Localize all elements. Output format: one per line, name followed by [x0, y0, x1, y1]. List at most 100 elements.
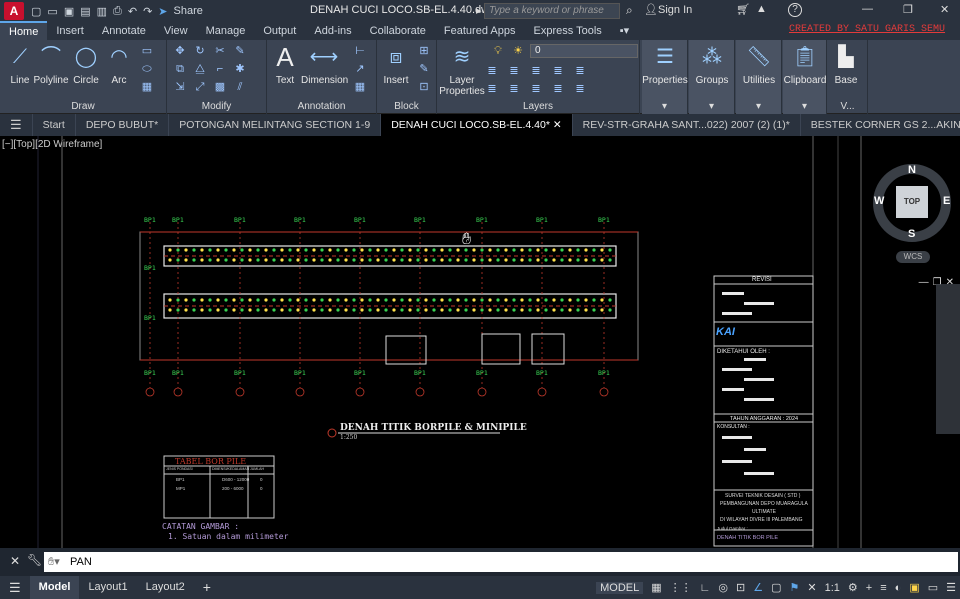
- tab-insert[interactable]: Insert: [47, 22, 93, 40]
- linear-dim-icon[interactable]: ⊢: [351, 43, 369, 59]
- compass-south[interactable]: S: [908, 228, 915, 240]
- annotation-scale-value[interactable]: 1:1: [825, 582, 840, 594]
- compass-north[interactable]: N: [908, 164, 916, 176]
- command-close-icon[interactable]: ✕: [10, 554, 20, 568]
- utilities-button[interactable]: 📏︎ Utilities: [736, 42, 782, 86]
- layer-delete-icon[interactable]: ≣: [527, 81, 545, 97]
- properties-dropdown-icon[interactable]: ▾: [642, 101, 687, 112]
- block-panel-label[interactable]: Block: [377, 101, 436, 112]
- compass-east[interactable]: E: [943, 195, 950, 207]
- settings-gear-icon[interactable]: ⚙: [848, 581, 858, 594]
- search-arrow-icon[interactable]: ▸: [476, 4, 482, 17]
- scale-icon[interactable]: ⤢: [191, 79, 209, 95]
- open-icon[interactable]: ▭: [44, 5, 60, 18]
- help-button[interactable]: ?: [788, 3, 802, 17]
- explode-icon[interactable]: ✱: [231, 61, 249, 77]
- redo-icon[interactable]: ↷: [140, 5, 155, 18]
- mirror-icon[interactable]: ⧋: [191, 61, 209, 77]
- clipboard-button[interactable]: 📋︎ Clipboard: [783, 42, 827, 86]
- navigation-bar[interactable]: [936, 284, 960, 434]
- plus-icon[interactable]: +: [866, 582, 872, 594]
- ortho-icon[interactable]: ∟: [700, 582, 711, 594]
- grid-icon[interactable]: ▦: [651, 581, 661, 594]
- viewcube-top-face[interactable]: TOP: [896, 186, 928, 218]
- circle-button[interactable]: ◯ Circle: [70, 42, 102, 86]
- create-block-icon[interactable]: ⊞: [415, 43, 433, 59]
- document-tab[interactable]: POTONGAN MELINTANG SECTION 1-9: [169, 114, 382, 136]
- clipboard-panel[interactable]: 📋︎ Clipboard ▾: [783, 40, 827, 114]
- table-icon[interactable]: ▦: [351, 79, 369, 95]
- layer-states-icon[interactable]: ≣: [571, 81, 589, 97]
- tab-layout1[interactable]: Layout1: [79, 576, 136, 599]
- annotation-visibility-icon[interactable]: ⚑: [790, 581, 800, 594]
- model-space-button[interactable]: MODEL: [596, 581, 644, 594]
- autocad-logo[interactable]: A: [4, 2, 24, 20]
- fillet-icon[interactable]: ⌐: [211, 61, 229, 77]
- edit-block-icon[interactable]: ✎: [415, 61, 433, 77]
- units-icon[interactable]: ≡: [880, 582, 886, 594]
- isolate-icon[interactable]: ◐: [895, 582, 902, 594]
- layer-match-icon[interactable]: ≣: [483, 63, 501, 79]
- arc-button[interactable]: ◠ Arc: [104, 42, 134, 86]
- restore-icon[interactable]: ❐: [903, 3, 913, 16]
- tab-featured-apps[interactable]: Featured Apps: [435, 22, 525, 40]
- layer-off-icon[interactable]: ≣: [549, 63, 567, 79]
- sign-in-button[interactable]: Sign In: [658, 4, 692, 16]
- rectangle-icon[interactable]: ▭: [138, 43, 156, 59]
- groups-panel[interactable]: ⁂ Groups ▾: [689, 40, 735, 114]
- base-button[interactable]: ▙ Base: [828, 42, 864, 86]
- plot-icon[interactable]: ⎙: [110, 5, 125, 18]
- attribute-icon[interactable]: ⊡: [415, 79, 433, 95]
- trim-icon[interactable]: ✂: [211, 43, 229, 59]
- utilities-panel[interactable]: 📏︎ Utilities ▾: [736, 40, 782, 114]
- ribbon-options-icon[interactable]: ▪▾: [611, 22, 638, 40]
- tab-home[interactable]: Home: [0, 21, 48, 41]
- modify-panel-label[interactable]: Modify: [167, 101, 266, 112]
- customize-icon[interactable]: ☰: [946, 581, 956, 594]
- tab-layout2[interactable]: Layout2: [137, 576, 194, 599]
- share-button[interactable]: Share: [171, 5, 206, 17]
- command-customize-icon[interactable]: 🔧︎: [27, 553, 42, 567]
- properties-button[interactable]: ☰ Properties: [642, 42, 688, 86]
- wcs-menu[interactable]: WCS: [896, 251, 930, 263]
- layer-lock-icon[interactable]: ≣: [571, 63, 589, 79]
- copy-icon[interactable]: ⧉: [171, 61, 189, 77]
- hardware-acceleration-icon[interactable]: ▣: [909, 581, 919, 594]
- save-as-icon[interactable]: ▤: [77, 5, 93, 18]
- autodesk-app-icon[interactable]: ▲: [756, 3, 767, 15]
- groups-button[interactable]: ⁂ Groups: [689, 42, 735, 86]
- document-tab[interactable]: REV-STR-GRAHA SANT...022) 2007 (2) (1)*: [573, 114, 801, 136]
- clipboard-dropdown-icon[interactable]: ▾: [783, 101, 826, 112]
- viewport-minimize-icon[interactable]: —: [919, 277, 929, 288]
- layer-prev-icon[interactable]: ≣: [549, 81, 567, 97]
- new-icon[interactable]: ▢: [28, 5, 44, 18]
- utilities-dropdown-icon[interactable]: ▾: [736, 101, 781, 112]
- tab-model[interactable]: Model: [29, 576, 80, 599]
- erase-icon[interactable]: ✎: [231, 43, 249, 59]
- tab-collaborate[interactable]: Collaborate: [361, 22, 435, 40]
- stretch-icon[interactable]: ⇲: [171, 79, 189, 95]
- drawing-canvas[interactable]: [−][Top][2D Wireframe] ✋︎ DENAH TITIK BO…: [0, 136, 960, 548]
- layer-thaw-icon[interactable]: ☀: [509, 43, 527, 59]
- add-layout-icon[interactable]: +: [194, 576, 220, 599]
- save-icon[interactable]: ▣: [61, 5, 77, 18]
- web-mobile-icon[interactable]: ▥: [94, 5, 110, 18]
- layer-on-icon[interactable]: 💡︎: [489, 43, 507, 59]
- annotation-scale-icon[interactable]: ✕: [807, 581, 816, 594]
- document-tab[interactable]: DEPO BUBUT*: [76, 114, 170, 136]
- properties-panel[interactable]: ☰ Properties ▾: [642, 40, 688, 114]
- tab-add-ins[interactable]: Add-ins: [305, 22, 360, 40]
- offset-icon[interactable]: ⫽: [231, 79, 249, 95]
- search-icon[interactable]: ⌕: [626, 3, 633, 18]
- view-panel-label[interactable]: V...: [828, 101, 867, 112]
- array-icon[interactable]: ▩: [211, 79, 229, 95]
- groups-dropdown-icon[interactable]: ▾: [689, 101, 734, 112]
- annotation-panel-label[interactable]: Annotation: [267, 101, 376, 112]
- selection-cycling-icon[interactable]: ▢: [771, 581, 781, 594]
- start-menu-icon[interactable]: ☰: [0, 114, 33, 136]
- osnap-icon[interactable]: ⊡: [736, 581, 745, 594]
- snap-icon[interactable]: ⋮⋮: [670, 581, 692, 594]
- text-button[interactable]: A Text: [269, 42, 301, 86]
- close-icon[interactable]: ✕: [940, 3, 949, 16]
- ellipse-icon[interactable]: ⬭: [138, 61, 156, 77]
